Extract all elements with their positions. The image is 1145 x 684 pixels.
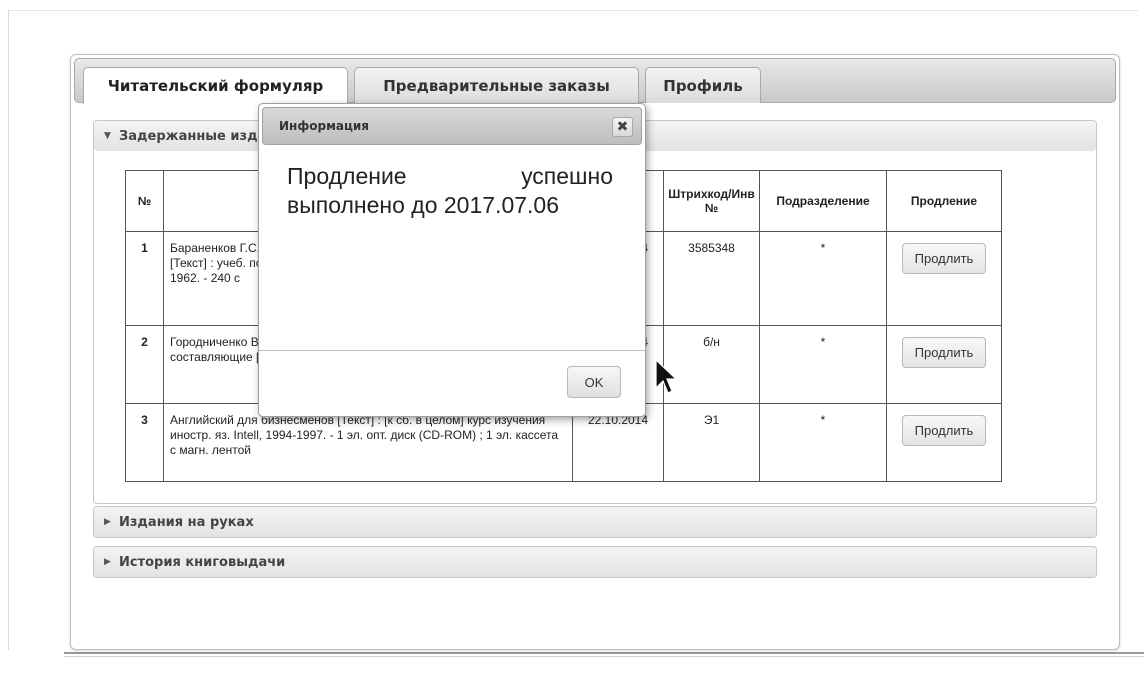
- row-department: *: [759, 231, 887, 326]
- frame-bottom-border-shadow: [64, 656, 1144, 657]
- frame-bottom-border: [64, 652, 1144, 654]
- column-header-department: Подразделение: [759, 170, 887, 232]
- renew-button[interactable]: Продлить: [901, 415, 987, 446]
- row-num: 1: [125, 231, 164, 326]
- row-department: *: [759, 403, 887, 482]
- chevron-right-icon: ▶: [104, 517, 111, 527]
- row-num: 3: [125, 403, 164, 482]
- frame-top-border: [8, 10, 1138, 11]
- tab-preorders[interactable]: Предварительные заказы: [354, 67, 639, 103]
- tab-profile[interactable]: Профиль: [645, 67, 761, 103]
- ok-button[interactable]: OK: [567, 366, 621, 398]
- dialog-separator: [259, 350, 645, 351]
- frame-left-border: [8, 10, 9, 650]
- on-hand-section: ▶ Издания на руках: [93, 506, 1097, 538]
- renew-button[interactable]: Продлить: [901, 243, 987, 274]
- tab-reader-form[interactable]: Читательский формуляр: [83, 67, 348, 104]
- tab-bar: Читательский формуляр Предварительные за…: [74, 58, 1116, 104]
- column-header-renew: Продление: [886, 170, 1002, 232]
- row-num: 2: [125, 325, 164, 404]
- row-department: *: [759, 325, 887, 404]
- dialog-message: Продление успешно выполнено до 2017.07.0…: [287, 163, 613, 218]
- dialog-titlebar[interactable]: Информация ✖: [262, 107, 642, 145]
- row-renew-cell: Продлить: [886, 325, 1002, 404]
- row-barcode: Э1: [663, 403, 760, 482]
- row-renew-cell: Продлить: [886, 403, 1002, 482]
- row-barcode: 3585348: [663, 231, 760, 326]
- column-header-num: №: [125, 170, 164, 232]
- mouse-pointer-icon: [655, 358, 678, 394]
- on-hand-section-header[interactable]: ▶ Издания на руках: [94, 507, 1096, 537]
- row-renew-cell: Продлить: [886, 231, 1002, 326]
- dialog-title: Информация: [279, 119, 369, 133]
- on-hand-section-title: Издания на руках: [119, 514, 254, 530]
- renew-button[interactable]: Продлить: [901, 337, 987, 368]
- chevron-down-icon: ▼: [104, 131, 111, 141]
- history-section-header[interactable]: ▶ История книговыдачи: [94, 547, 1096, 577]
- info-dialog: Информация ✖ Продление успешно выполнено…: [258, 103, 646, 417]
- chevron-right-icon: ▶: [104, 557, 111, 567]
- column-header-barcode: Штрихкод/Инв №: [663, 170, 760, 232]
- close-icon[interactable]: ✖: [612, 117, 633, 137]
- history-section-title: История книговыдачи: [119, 554, 286, 570]
- history-section: ▶ История книговыдачи: [93, 546, 1097, 578]
